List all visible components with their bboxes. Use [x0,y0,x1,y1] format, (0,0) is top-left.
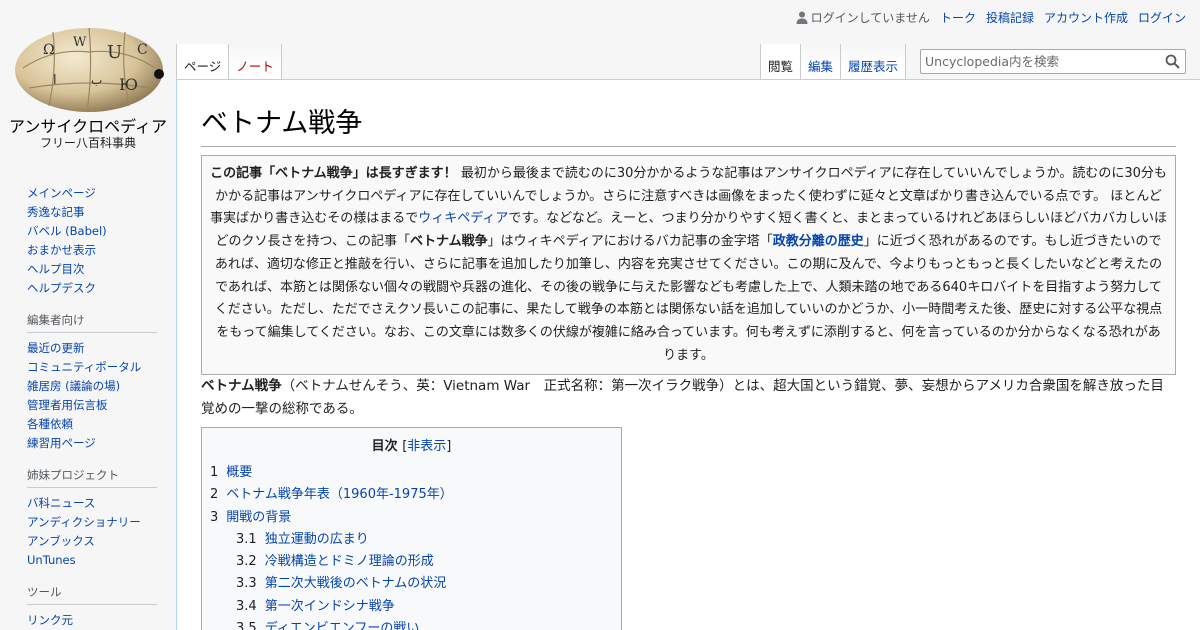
tab-history[interactable]: 履歴表示 [841,44,907,80]
sidebar-item-unbooks[interactable]: アンブックス [27,534,95,548]
sidebar-heading-sister: 姉妹プロジェクト [27,467,157,488]
sidebar-heading-tools: ツール [27,584,157,605]
svg-text:C: C [137,42,148,58]
table-of-contents: 目次 [非表示] 1 概要 2 ベトナム戦争年表（1960年-1975年） 3 開戦の… [201,427,622,630]
notice-wikipedia-link[interactable]: ウィキペディア [418,211,508,226]
notice-separation-link[interactable]: 政教分離の歴史 [773,234,864,249]
create-account-link[interactable]: アカウント作成 [1044,9,1128,26]
sidebar-item-unnews[interactable]: バ科ニュース [27,496,95,510]
svg-text:Ю: Ю [119,75,138,94]
search-input[interactable] [921,50,1151,73]
toc-header: 目次 [非表示] [210,435,613,454]
toc-item[interactable]: 3.3 第二次大戦後のベトナムの状況 [210,573,613,595]
sidebar-item-undictionary[interactable]: アンディクショナリー [27,515,141,529]
sidebar-item-untunes[interactable]: UnTunes [27,553,76,567]
search-icon[interactable] [1165,54,1180,69]
sidebar-item-sandbox[interactable]: 練習用ページ [27,436,96,450]
sidebar-item-babel[interactable]: バベル (Babel) [27,224,107,238]
svg-text:U: U [107,42,122,63]
page-title: ベトナム戦争 [201,101,1176,147]
svg-text:ب: ب [91,73,102,87]
content-area: ベトナム戦争 この記事「ベトナム戦争」は長すぎます！ 最初から最後まで読むのに3… [176,79,1200,630]
lead-bold-title: ベトナム戦争 [201,378,282,394]
toc-hide-link[interactable]: 非表示 [407,439,446,454]
contributions-link[interactable]: 投稿記録 [986,9,1034,26]
sidebar-item-helpdesk[interactable]: ヘルプデスク [27,281,96,295]
sidebar-heading-editors: 編集者向け [27,312,157,333]
svg-text:ا: ا [53,73,57,88]
toc-item[interactable]: 3 開戦の背景 [210,507,613,529]
tab-page[interactable]: ページ [176,44,230,80]
notice-bold-title: ベトナム戦争 [410,234,488,250]
sidebar-item-main-page[interactable]: メインページ [27,186,96,200]
sidebar-sister-projects: 姉妹プロジェクト バ科ニュース アンディクショナリー アンブックス UnTune… [27,467,157,570]
sidebar-item-featured[interactable]: 秀逸な記事 [27,205,85,219]
user-icon [796,11,808,24]
svg-text:Ω: Ω [43,42,55,58]
toc-list: 1 概要 2 ベトナム戦争年表（1960年-1975年） 3 開戦の背景 3.1 独立運… [210,462,613,630]
anon-text: ログインしていません [810,11,930,25]
toc-item[interactable]: 3.2 冷戦構造とドミノ理論の形成 [210,551,613,573]
lead-paragraph: ベトナム戦争（ベトナムせんそう、英：Vietnam War 正式名称：第一次イラ… [201,375,1176,421]
tab-edit[interactable]: 編集 [801,44,842,80]
notice-bold-intro: この記事「ベトナム戦争」は長すぎます！ [210,166,457,181]
sidebar-item-village-pump[interactable]: 雑居房 (議論の場) [27,379,120,393]
too-long-notice: この記事「ベトナム戦争」は長すぎます！ 最初から最後まで読むのに30分かかるよう… [201,155,1176,376]
sidebar-tools: ツール リンク元 [27,584,157,630]
toc-item[interactable]: 3.4 第一次インドシナ戦争 [210,596,613,618]
anon-status: ログインしていません [796,9,930,26]
sidebar-navigation: メインページ 秀逸な記事 バベル (Babel) おまかせ表示 ヘルプ目次 ヘル… [27,184,157,298]
puzzle-globe-logo: Ω W U C ا ب Ю [15,27,164,113]
site-logo[interactable]: Ω W U C ا ب Ю アンサイクロペディア フリー八百科事典 [0,0,176,160]
tab-talk[interactable]: ノート [229,44,282,80]
namespace-tabs: ページ ノート [176,44,282,80]
login-link[interactable]: ログイン [1138,9,1186,26]
toc-item[interactable]: 3.1 独立運動の広まり [210,529,613,551]
toc-toggle: [非表示] [402,439,452,454]
toc-title: 目次 [371,439,398,454]
toc-item[interactable]: 3.5 ディエンビエンフーの戦い [210,618,613,630]
sidebar-item-random[interactable]: おまかせ表示 [27,243,96,257]
sidebar-item-help[interactable]: ヘルプ目次 [27,262,85,276]
talk-link[interactable]: トーク [940,9,976,26]
sidebar-editors: 編集者向け 最近の更新 コミュニティポータル 雑居房 (議論の場) 管理者用伝言… [27,312,157,453]
personal-tools: ログインしていません トーク 投稿記録 アカウント作成 ログイン [796,9,1186,26]
toc-item[interactable]: 1 概要 [210,462,613,484]
notice-text-3: 」はウィキペディアにおけるバカ記事の金字塔「 [487,234,773,250]
sidebar-item-whatlinkshere[interactable]: リンク元 [27,613,73,627]
view-tabs: 閲覧 編集 履歴表示 [760,44,907,80]
site-tagline: フリー八百科事典 [39,136,136,150]
svg-text:W: W [73,35,87,50]
toc-item[interactable]: 2 ベトナム戦争年表（1960年-1975年） [210,484,613,506]
notice-text-4: 」に近づく恐れがあるのです。もし近づきたいのであれば、適切な修正と推敲を行い、さ… [214,234,1163,363]
sidebar: メインページ 秀逸な記事 バベル (Babel) おまかせ表示 ヘルプ目次 ヘル… [0,176,176,630]
search-box [920,49,1186,74]
tab-read[interactable]: 閲覧 [760,44,802,80]
sidebar-item-admin-board[interactable]: 管理者用伝言板 [27,398,108,412]
sidebar-item-requests[interactable]: 各種依頼 [27,417,73,431]
lead-text: （ベトナムせんそう、英：Vietnam War 正式名称：第一次イラク戦争）とは… [201,378,1164,417]
sidebar-item-recent-changes[interactable]: 最近の更新 [27,341,85,355]
sidebar-item-community-portal[interactable]: コミュニティポータル [27,360,141,374]
